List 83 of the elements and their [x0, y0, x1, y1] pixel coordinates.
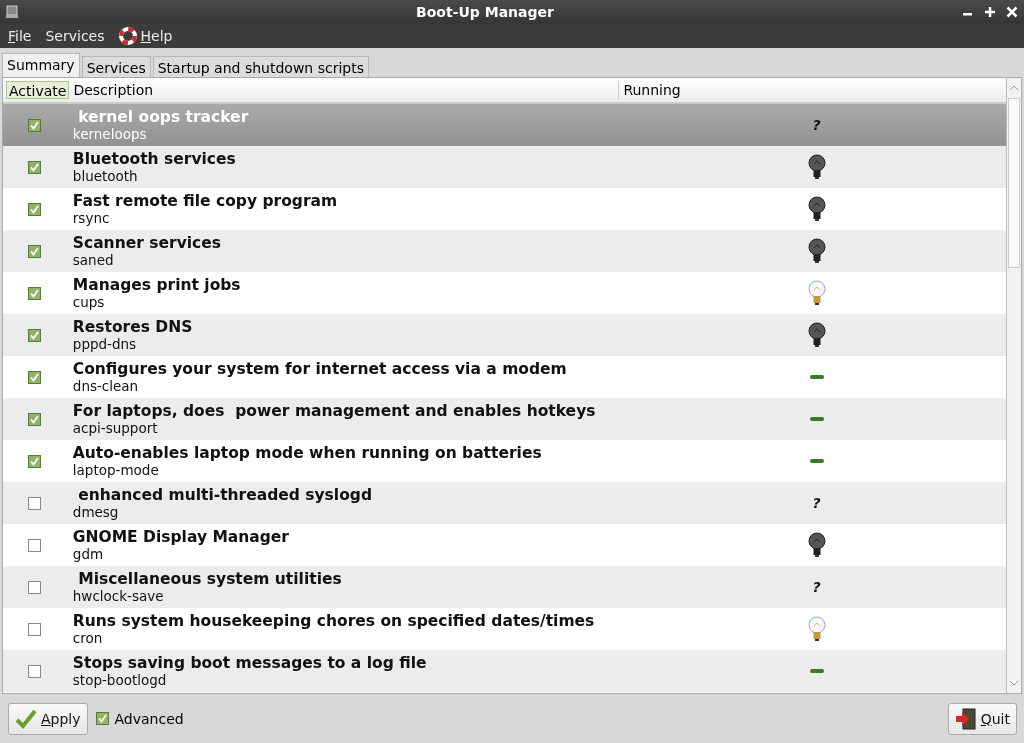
- tab[interactable]: Services: [81, 56, 151, 77]
- service-name: stop-bootlogd: [72, 672, 168, 688]
- service-name: kerneloops: [72, 126, 148, 142]
- checkbox[interactable]: [28, 328, 42, 342]
- service-title: Scanner services: [72, 234, 222, 252]
- maximize-icon[interactable]: [984, 6, 996, 18]
- service-title: GNOME Display Manager: [72, 528, 291, 546]
- checkbox[interactable]: [28, 286, 42, 300]
- quit-button[interactable]: Quit: [947, 702, 1017, 735]
- menu-item[interactable]: Help: [114, 27, 177, 45]
- service-title: Bluetooth services: [72, 150, 237, 168]
- service-row[interactable]: Stops saving boot messages to a log file stop-bootlogd: [3, 650, 1006, 692]
- light-bulb-icon: [806, 196, 827, 222]
- column-header[interactable]: Running: [619, 81, 1000, 99]
- menu-item[interactable]: Services: [41, 28, 109, 44]
- service-name: bluetooth: [72, 168, 139, 184]
- unknown-mark: ?: [812, 117, 821, 133]
- checkbox[interactable]: [28, 454, 42, 468]
- checkbox[interactable]: [28, 118, 42, 132]
- checkmark-icon: [15, 708, 37, 729]
- checkbox[interactable]: [28, 664, 42, 678]
- light-bulb-icon: [806, 154, 827, 180]
- tab[interactable]: Summary: [2, 53, 80, 77]
- service-title: For laptops, does power management and enables hotkeys: [72, 402, 597, 420]
- advanced-checkbox[interactable]: Advanced: [95, 710, 184, 727]
- service-name: cups: [72, 294, 106, 310]
- light-bulb-icon: [806, 322, 827, 348]
- service-title: Fast remote file copy program: [72, 192, 339, 210]
- service-row[interactable]: For laptops, does power management and enables hotkeys acpi-support: [3, 398, 1006, 440]
- service-name: dns-clean: [72, 378, 140, 394]
- exit-door-icon: [954, 707, 977, 730]
- service-name: saned: [72, 252, 115, 268]
- service-name: rsync: [72, 210, 111, 226]
- service-name: pppd-dns: [72, 336, 138, 352]
- menu-item[interactable]: File: [4, 28, 36, 44]
- service-title: enhanced multi-threaded syslogd: [77, 486, 373, 504]
- column-header[interactable]: Activate: [6, 81, 70, 99]
- light-bulb-icon: [806, 280, 827, 306]
- service-row[interactable]: kernel oops tracker kerneloops ?: [3, 104, 1006, 146]
- service-name: cron: [72, 630, 104, 646]
- service-name: gdm: [72, 546, 105, 562]
- service-title: Stops saving boot messages to a log file: [72, 654, 428, 672]
- scroll-down-icon[interactable]: [1009, 678, 1019, 688]
- service-row[interactable]: enhanced multi-threaded syslogd dmesg ?: [3, 482, 1006, 524]
- service-title: Manages print jobs: [72, 276, 242, 294]
- service-row[interactable]: Bluetooth services bluetooth: [3, 146, 1006, 188]
- unknown-mark: ?: [812, 579, 821, 595]
- service-name: hwclock-save: [72, 588, 165, 604]
- service-row[interactable]: Scanner services saned: [3, 230, 1006, 272]
- checkbox[interactable]: [28, 160, 42, 174]
- checkbox[interactable]: [28, 580, 42, 594]
- checkbox[interactable]: [28, 202, 42, 216]
- scrollbar-thumb[interactable]: [1008, 98, 1020, 268]
- service-title: kernel oops tracker: [77, 108, 250, 126]
- column-header[interactable]: Description: [69, 81, 620, 99]
- window-title: Boot-Up Manager: [415, 4, 555, 20]
- checkbox[interactable]: [28, 370, 42, 384]
- checkbox[interactable]: [28, 412, 42, 426]
- service-title: Miscellaneous system utilities: [77, 570, 343, 588]
- checkbox[interactable]: [28, 496, 42, 510]
- light-bulb-icon: [806, 532, 827, 558]
- service-name: laptop-mode: [72, 462, 160, 478]
- apply-button[interactable]: Apply: [8, 702, 88, 735]
- scroll-up-icon[interactable]: [1009, 83, 1019, 93]
- checkbox[interactable]: [28, 244, 42, 258]
- service-title: Restores DNS: [72, 318, 194, 336]
- service-title: Auto-enables laptop mode when running on batteries: [72, 444, 543, 462]
- checkbox[interactable]: [28, 538, 42, 552]
- service-row[interactable]: Restores DNS pppd-dns: [3, 314, 1006, 356]
- service-title: Configures your system for internet access via a modem: [72, 360, 568, 378]
- light-bulb-icon: [806, 616, 827, 642]
- unknown-mark: ?: [812, 495, 821, 511]
- close-icon[interactable]: [1006, 6, 1018, 18]
- service-row[interactable]: Miscellaneous system utilities hwclock-save ?: [3, 566, 1006, 608]
- app-icon: [6, 5, 18, 19]
- lifebuoy-icon: [118, 27, 137, 45]
- service-name: dmesg: [72, 504, 120, 520]
- checkbox[interactable]: [28, 622, 42, 636]
- checkbox[interactable]: [95, 712, 109, 725]
- light-bulb-icon: [806, 238, 827, 264]
- tab[interactable]: Startup and shutdown scripts: [152, 56, 369, 77]
- service-title: Runs system housekeeping chores on specified dates/times: [72, 612, 596, 630]
- service-name: acpi-support: [72, 420, 159, 436]
